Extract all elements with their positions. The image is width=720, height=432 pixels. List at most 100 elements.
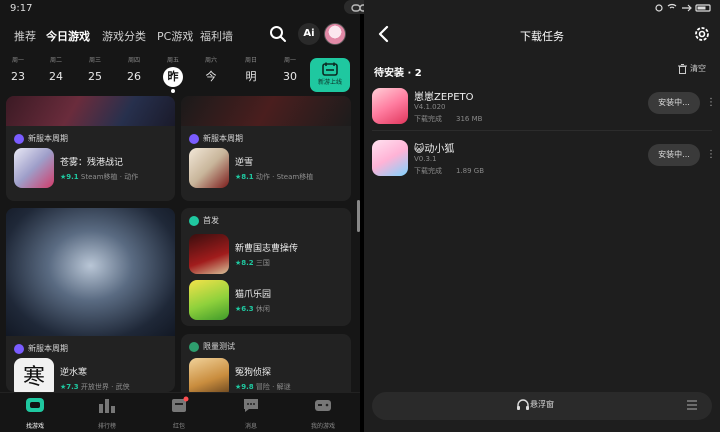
game-name: 冤狗侦探 [235,367,272,378]
search-icon[interactable] [268,24,288,44]
date-selector: 周一 23 周二 24 周三 25 周四 26 周五昨 周六今 周日明 周一 30 [0,56,360,94]
nav-my-games[interactable]: 我的游戏 [288,396,358,430]
page-title: 下载任务 [520,30,564,43]
game-rating: 9.8 [241,382,254,391]
game-row[interactable]: 猫爪乐园 ★6.3 休闲 [189,280,271,320]
tab-recommend[interactable]: 推荐 [14,28,36,44]
date-item[interactable]: 周二 24 [40,56,72,86]
tab-welfare[interactable]: 福利墙 [200,28,233,44]
gear-icon[interactable] [692,24,712,44]
date-item[interactable]: 周六今 [195,56,227,86]
game-name: 逆水寒 [60,367,88,378]
game-icon [189,358,229,392]
date-item-selected[interactable]: 周五昨 [157,56,189,93]
divider [372,130,712,131]
find-games-icon [26,398,44,412]
game-icon [189,148,229,188]
card-tag-label: 限量测试 [203,342,235,351]
my-games-icon [315,400,331,411]
more-options-icon[interactable]: ⋮ [706,92,716,114]
game-card[interactable]: 新服本周期 逆雪 ★8.1 动作 · Steam移植 [181,96,351,201]
weekday-label: 周二 [49,57,62,64]
date-item[interactable]: 周三 25 [79,56,111,86]
game-name: 苍雾：残港战记 [60,157,124,168]
tab-game-categories[interactable]: 游戏分类 [102,28,146,44]
game-name: 😺动小狐 [414,144,455,155]
game-app-pane: 9:17 推荐 今日游戏 游戏分类 PC游戏 福利墙 Ai 周一 23 周二 24 … [0,0,360,432]
date-label: 23 [11,70,25,83]
card-tag-label: 新服本周期 [28,134,68,143]
game-version: V0.3.1 [414,155,437,163]
game-meta: ★7.3 开放世界 · 武侠 [60,382,130,391]
card-tag: 新服本周期 [181,132,351,146]
game-feed: 新服本周期 苍雾：残港战记 ★9.1 Steam移植 · 动作 新服本周期 逆雪… [0,96,360,392]
clear-button[interactable]: 清空 [678,63,706,74]
install-button[interactable]: 安装中... [648,92,700,114]
card-tag: 新服本周期 [6,342,175,356]
top-navigation: 推荐 今日游戏 游戏分类 PC游戏 福利墙 Ai [0,22,360,48]
card-tag-label: 首发 [203,216,219,225]
card-banner-image [181,96,351,126]
nav-messages[interactable]: 消息 [216,396,286,430]
nav-find-games[interactable]: 找游戏 [0,396,70,430]
new-games-button[interactable]: 新游上线 [310,58,350,92]
download-item[interactable]: 崽崽ZEPETO V4.1.020 下载完成 316 MB 安装中... ⋮ [372,84,716,134]
game-row[interactable]: 寒 逆水寒 ★7.3 开放世界 · 武侠 [14,358,130,392]
calendar-icon [322,62,338,76]
floating-window-label: 悬浮窗 [530,400,554,409]
game-tags: Steam移植 · 动作 [80,172,139,181]
tab-today-games[interactable]: 今日游戏 [46,28,90,44]
more-options-icon[interactable]: ⋮ [706,144,716,166]
game-rating: 7.3 [66,382,79,391]
avatar[interactable] [324,23,346,45]
game-row[interactable]: 冤狗侦探 ★9.8 冒险 · 解谜 [189,358,291,392]
game-row[interactable]: 新曹国志曹操传 ★8.2 三国 [189,234,298,274]
game-tags: 休闲 [255,304,270,313]
menu-icon[interactable] [686,398,698,412]
game-icon [14,148,54,188]
game-meta: ★8.2 三国 [235,258,270,267]
game-icon [372,88,408,124]
game-version: V4.1.020 [414,103,446,111]
nav-red-packet[interactable]: 红包 [144,396,214,430]
date-label: 明 [245,70,257,83]
game-row[interactable]: 逆雪 ★8.1 动作 · Steam移植 [189,148,313,188]
message-icon [244,399,258,412]
game-meta: ★9.8 冒险 · 解谜 [235,382,291,391]
game-rating: 8.1 [241,172,254,181]
game-row[interactable]: 苍雾：残港战记 ★9.1 Steam移植 · 动作 [14,148,138,188]
date-item[interactable]: 周一 30 [274,56,306,86]
card-tag: 限量测试 [181,340,351,354]
game-card[interactable]: 新服本周期 苍雾：残港战记 ★9.1 Steam移植 · 动作 [6,96,175,201]
game-rating: 9.1 [66,172,79,181]
game-name: 新曹国志曹操传 [235,243,299,254]
card-banner-image [6,96,175,126]
date-label: 26 [127,70,141,83]
game-rating: 6.3 [241,304,254,313]
date-label: 24 [49,70,63,83]
game-card[interactable]: 首发 新曹国志曹操传 ★8.2 三国 猫爪乐园 ★6.3 休闲 [181,208,351,326]
game-tags: 冒险 · 解谜 [255,382,291,391]
game-tags: 动作 · Steam移植 [255,172,314,181]
game-meta: ★6.3 休闲 [235,304,270,313]
download-item[interactable]: 😺动小狐 V0.3.1 下载完成 1.89 GB 安装中... ⋮ [372,136,716,186]
ai-assistant-button[interactable]: Ai [298,23,320,45]
download-tasks-pane: 下载任务 待安装 · 2 清空 崽崽ZEPETO V4.1.020 下载完成 31… [364,0,720,432]
game-icon: 寒 [14,358,54,392]
floating-window-bar[interactable]: 悬浮窗 [372,392,712,420]
game-card[interactable]: 新服本周期 寒 逆水寒 ★7.3 开放世界 · 武侠 [6,208,175,392]
nav-leaderboard[interactable]: 排行榜 [72,396,142,430]
install-button[interactable]: 安装中... [648,144,700,166]
game-card[interactable]: 限量测试 冤狗侦探 ★9.8 冒险 · 解谜 [181,334,351,392]
new-games-label: 新游上线 [317,79,342,86]
leaderboard-icon [99,399,115,413]
tab-pc-games[interactable]: PC游戏 [157,28,193,44]
trash-icon [678,63,687,74]
date-item[interactable]: 周一 23 [2,56,34,86]
tag-badge-icon [189,342,199,352]
date-item[interactable]: 周四 26 [118,56,150,86]
game-icon [372,140,408,176]
game-tags: 开放世界 · 武侠 [80,382,130,391]
date-item[interactable]: 周日明 [235,56,267,86]
clear-label: 清空 [690,64,706,73]
